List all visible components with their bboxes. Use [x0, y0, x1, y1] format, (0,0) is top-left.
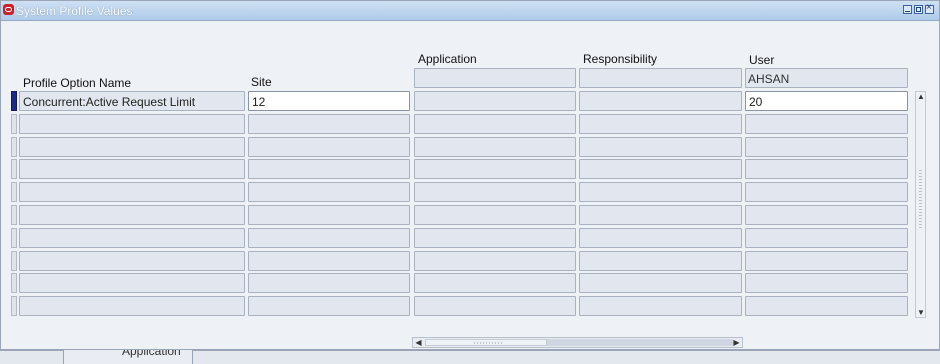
arrow-right-icon[interactable]: ▶: [732, 338, 741, 347]
cell-user[interactable]: [745, 273, 908, 293]
cell-application[interactable]: [414, 182, 576, 202]
cell-responsibility[interactable]: [579, 228, 742, 248]
close-icon[interactable]: [925, 2, 934, 14]
cell-site[interactable]: [248, 182, 410, 202]
cell-responsibility[interactable]: [579, 273, 742, 293]
oracle-app-icon: [3, 4, 14, 15]
minimize-icon[interactable]: [903, 5, 912, 14]
cell-application[interactable]: [414, 114, 576, 134]
cell-site[interactable]: [248, 251, 410, 271]
column-header-user: User: [749, 53, 775, 67]
cell-user[interactable]: [745, 114, 908, 134]
cell-user[interactable]: [745, 228, 908, 248]
row-indicator[interactable]: [11, 205, 17, 225]
row-indicator[interactable]: [11, 91, 17, 111]
column-header-profile-option-name: Profile Option Name: [23, 76, 132, 90]
cell-user[interactable]: [745, 159, 908, 179]
cell-site[interactable]: [248, 205, 410, 225]
title-bar[interactable]: System Profile Values: [1, 1, 939, 21]
cell-user[interactable]: [745, 296, 908, 316]
cell-profile-option-name[interactable]: [19, 114, 245, 134]
row-indicator[interactable]: [11, 114, 17, 134]
cell-profile-option-name[interactable]: [19, 205, 245, 225]
header-application-value[interactable]: [414, 68, 576, 88]
column-header-site: Site: [251, 75, 272, 89]
cell-responsibility[interactable]: [579, 205, 742, 225]
cell-profile-option-name[interactable]: [19, 228, 245, 248]
cell-responsibility[interactable]: [579, 296, 742, 316]
row-indicator[interactable]: [11, 251, 17, 271]
cell-application[interactable]: [414, 137, 576, 157]
row-indicator[interactable]: [11, 159, 17, 179]
cell-responsibility[interactable]: [579, 91, 742, 111]
cell-application[interactable]: [414, 228, 576, 248]
horizontal-scrollbar[interactable]: ◀ ▶: [412, 337, 743, 348]
tab-application[interactable]: Application: [63, 350, 193, 364]
cell-application[interactable]: [414, 251, 576, 271]
column-header-responsibility: Responsibility: [583, 52, 658, 66]
cell-responsibility[interactable]: [579, 114, 742, 134]
scroll-grip[interactable]: [919, 170, 922, 230]
column-header-application: Application: [418, 52, 477, 66]
window-title: System Profile Values: [16, 4, 133, 18]
arrow-left-icon[interactable]: ◀: [414, 338, 423, 347]
cell-profile-option-name[interactable]: [19, 273, 245, 293]
cell-site[interactable]: [248, 273, 410, 293]
scroll-grip: [474, 342, 504, 344]
cell-responsibility[interactable]: [579, 159, 742, 179]
cell-user[interactable]: 20: [745, 91, 908, 111]
arrow-down-icon[interactable]: ▼: [917, 309, 925, 317]
cell-user[interactable]: [745, 182, 908, 202]
row-indicator[interactable]: [11, 182, 17, 202]
cell-profile-option-name[interactable]: Concurrent:Active Request Limit: [19, 91, 245, 111]
underlying-form-strip: Application: [0, 350, 940, 364]
scroll-thumb[interactable]: [425, 339, 547, 346]
cell-profile-option-name[interactable]: [19, 137, 245, 157]
header-responsibility-value[interactable]: [579, 68, 742, 88]
cell-user[interactable]: [745, 205, 908, 225]
arrow-up-icon[interactable]: ▲: [917, 93, 925, 101]
cell-site[interactable]: [248, 159, 410, 179]
cell-site[interactable]: [248, 137, 410, 157]
header-user-value[interactable]: AHSAN: [745, 68, 908, 88]
cell-user[interactable]: [745, 137, 908, 157]
cell-site[interactable]: [248, 296, 410, 316]
cell-application[interactable]: [414, 296, 576, 316]
cell-site[interactable]: 12: [248, 91, 410, 111]
maximize-icon[interactable]: [914, 5, 923, 14]
row-indicator[interactable]: [11, 228, 17, 248]
scroll-track[interactable]: [547, 339, 733, 346]
cell-user[interactable]: [745, 251, 908, 271]
cell-profile-option-name[interactable]: [19, 296, 245, 316]
row-indicator[interactable]: [11, 296, 17, 316]
cell-profile-option-name[interactable]: [19, 159, 245, 179]
vertical-scrollbar[interactable]: ▲ ▼: [915, 91, 926, 318]
row-indicator[interactable]: [11, 273, 17, 293]
cell-site[interactable]: [248, 114, 410, 134]
cell-application[interactable]: [414, 159, 576, 179]
cell-application[interactable]: [414, 91, 576, 111]
cell-profile-option-name[interactable]: [19, 251, 245, 271]
cell-site[interactable]: [248, 228, 410, 248]
cell-application[interactable]: [414, 205, 576, 225]
cell-responsibility[interactable]: [579, 137, 742, 157]
cell-profile-option-name[interactable]: [19, 182, 245, 202]
cell-responsibility[interactable]: [579, 182, 742, 202]
row-indicator[interactable]: [11, 137, 17, 157]
cell-responsibility[interactable]: [579, 251, 742, 271]
cell-application[interactable]: [414, 273, 576, 293]
system-profile-values-window: System Profile Values Profile Option Nam…: [0, 0, 940, 350]
